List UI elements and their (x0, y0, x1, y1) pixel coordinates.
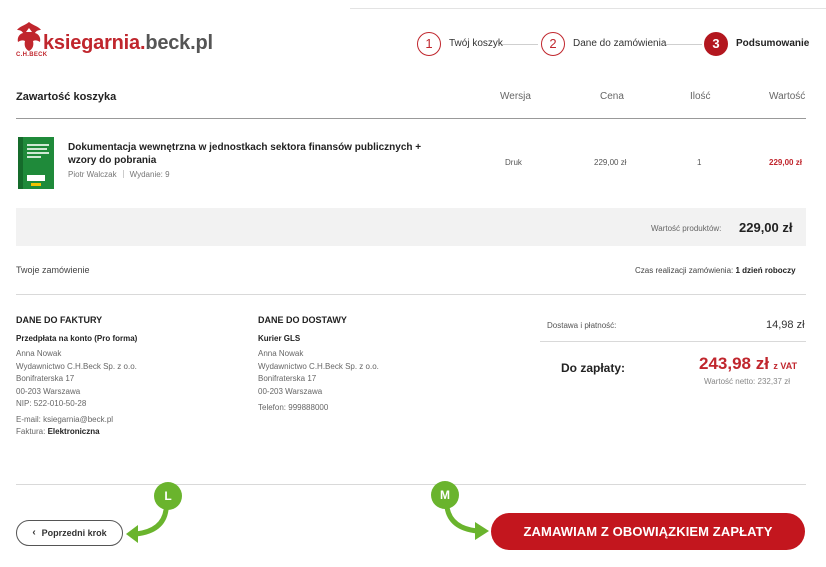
products-value: 229,00 zł (739, 220, 793, 235)
cart-title: Zawartość koszyka (16, 91, 117, 103)
delivery-line: Wydawnictwo C.H.Beck Sp. z o.o. (258, 361, 379, 371)
delivery-heading: DANE DO DOSTAWY (258, 315, 347, 325)
invoice-payment: Przedpłata na konto (Pro forma) (16, 334, 138, 343)
step-3-circle: 3 (704, 32, 728, 56)
step-connector (502, 44, 538, 45)
to-pay-label: Do zapłaty: (561, 361, 626, 375)
product-qty: 1 (697, 158, 702, 167)
order-time-value: 1 dzień roboczy (735, 266, 796, 275)
totals-divider (540, 341, 806, 342)
invoice-type: Faktura: Elektroniczna (16, 426, 100, 439)
annotation-arrow-l-icon (126, 508, 169, 543)
order-title: Twoje zamówienie (16, 265, 90, 275)
product-edition: Wydanie: 9 (129, 170, 170, 179)
products-value-label: Wartość produktów: (651, 224, 722, 233)
invoice-type-value: Elektroniczna (47, 427, 100, 436)
step-1-circle[interactable]: 1 (417, 32, 441, 56)
order-divider (16, 294, 806, 295)
product-price: 229,00 zł (594, 158, 627, 167)
product-title[interactable]: Dokumentacja wewnętrzna w jednostkach se… (68, 141, 448, 167)
delivery-phone: Telefon: 999888000 (258, 403, 329, 412)
order-time: Czas realizacji zamówienia: 1 dzień robo… (635, 266, 796, 275)
vat-suffix: z VAT (773, 361, 798, 371)
invoice-line: 00-203 Warszawa (16, 386, 81, 396)
delivery-address: Anna Nowak Wydawnictwo C.H.Beck Sp. z o.… (258, 348, 379, 398)
logo-text-red: ksiegarnia. (43, 32, 146, 54)
logo[interactable]: C.H.BECK ksiegarnia.beck.pl (14, 20, 213, 66)
previous-step-button[interactable]: ‹ Poprzedni krok (16, 520, 123, 546)
top-divider (350, 8, 826, 9)
invoice-heading: DANE DO FAKTURY (16, 315, 103, 325)
step-1-label[interactable]: Twój koszyk (449, 38, 503, 49)
shipping-value: 14,98 zł (766, 319, 805, 331)
product-author: Piotr Walczak (68, 170, 117, 179)
column-price: Cena (600, 91, 624, 102)
invoice-line: Anna Nowak (16, 349, 62, 358)
meta-separator (122, 170, 124, 178)
annotation-badge-l: L (154, 482, 182, 510)
annotation-arrow-m-icon (444, 505, 489, 540)
logo-text-grey: beck.pl (145, 32, 213, 54)
book-cover-image[interactable] (18, 137, 54, 189)
product-version: Druk (505, 158, 522, 167)
invoice-line: Wydawnictwo C.H.Beck Sp. z o.o. (16, 361, 137, 371)
product-meta: Piotr Walczak Wydanie: 9 (68, 170, 170, 179)
invoice-email: E-mail: ksiegarnia@beck.pl (16, 415, 114, 424)
to-pay-amount: 243,98 zł z VAT (699, 354, 797, 374)
footer-divider (16, 484, 806, 485)
logo-text: ksiegarnia.beck.pl (43, 32, 213, 55)
column-value: Wartość (769, 91, 806, 102)
column-version: Wersja (500, 91, 531, 102)
to-pay-value: 243,98 zł (699, 354, 769, 373)
step-2-label[interactable]: Dane do zamówienia (573, 38, 666, 49)
shipping-label: Dostawa i płatność: (547, 321, 617, 330)
net-value: Wartość netto: 232,37 zł (704, 377, 790, 386)
order-time-label: Czas realizacji zamówienia: (635, 266, 734, 275)
delivery-line: 00-203 Warszawa (258, 386, 323, 396)
step-3-label: Podsumowanie (736, 38, 810, 49)
invoice-type-label: Faktura: (16, 427, 46, 436)
place-order-button[interactable]: ZAMAWIAM Z OBOWIĄZKIEM ZAPŁATY (491, 513, 805, 550)
invoice-address: Anna Nowak Wydawnictwo C.H.Beck Sp. z o.… (16, 348, 137, 411)
step-connector (666, 44, 702, 45)
chevron-left-icon: ‹ (32, 527, 36, 538)
delivery-line: Anna Nowak (258, 349, 304, 358)
table-header-divider (16, 118, 806, 119)
invoice-line: Bonifraterska 17 (16, 374, 75, 383)
invoice-nip: NIP: 522-010-50-28 (16, 399, 87, 408)
product-value: 229,00 zł (769, 158, 802, 167)
delivery-carrier: Kurier GLS (258, 334, 301, 343)
delivery-line: Bonifraterska 17 (258, 374, 317, 383)
column-qty: Ilość (690, 91, 711, 102)
previous-step-label: Poprzedni krok (41, 528, 107, 538)
step-2-circle[interactable]: 2 (541, 32, 565, 56)
